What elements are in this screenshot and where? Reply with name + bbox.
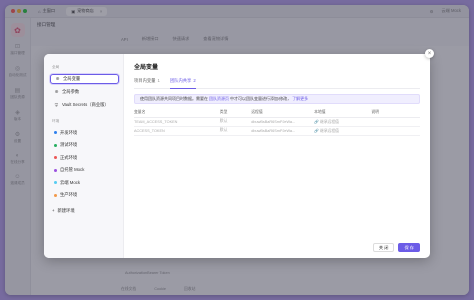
cell-desc	[371, 117, 420, 127]
environment-item[interactable]: 生产环境	[50, 191, 119, 200]
environment-item[interactable]: 自托管 Mock	[50, 166, 119, 175]
cell-remote: dbuwBsBaR6SmPJeWa...	[251, 126, 315, 136]
save-button[interactable]: 保 存	[398, 243, 420, 252]
close-button[interactable]: 关 闭	[372, 243, 395, 252]
environment-color-dot-icon	[54, 131, 57, 134]
team-resources-link[interactable]: 团队资源页	[209, 96, 229, 102]
environment-color-dot-icon	[54, 181, 57, 184]
plus-icon: +	[52, 207, 55, 213]
menu-item-global-variables[interactable]: ⊕ 全局变量	[50, 74, 119, 84]
shield-icon: ⛨	[54, 102, 59, 108]
cell-remote: dbuwBsBaR6SmPJeWa...	[251, 117, 315, 127]
learn-more-link[interactable]: 了解更多	[292, 96, 308, 102]
section-label-environments: 环境	[52, 119, 60, 123]
menu-item-global-params[interactable]: ⊕ 全局参数	[50, 87, 119, 97]
modal-title: 全局变量	[134, 65, 159, 71]
environment-color-dot-icon	[54, 143, 57, 147]
info-notice: 使用团队资源共同项目时数据。需要在 团队资源页 中才可以团队变量进行添加/修改，…	[134, 94, 420, 104]
modal-footer: 关 闭 保 存	[372, 243, 420, 252]
environment-item[interactable]: 云端 Mock	[50, 178, 119, 187]
environment-item[interactable]: 开发环境	[50, 128, 119, 137]
cell-desc	[371, 126, 420, 136]
environment-color-dot-icon	[54, 193, 57, 197]
menu-item-vault-secrets[interactable]: ⛨ Vault Secrets（商业版）	[50, 100, 119, 110]
tab-count: 1	[157, 78, 160, 83]
environment-settings-modal: 全局 ⊕ 全局变量 ⊕ 全局参数 ⛨ Vault Secrets（商业版） 环境…	[44, 54, 430, 258]
globe-icon: ⊕	[55, 76, 60, 81]
column-header-desc: 说明	[371, 108, 420, 118]
column-header-remote: 远程值	[251, 108, 315, 118]
cell-type: 默认	[219, 126, 252, 136]
variable-tabs: 项目内变量 1 团队内共享 2	[134, 78, 420, 89]
environment-item[interactable]: 正式环境	[50, 153, 119, 162]
environment-color-dot-icon	[54, 156, 57, 159]
table-body: TEAM_ACCESS_TOKEN 默认 dbuwBsBaR6SmPJeWa... 🔗…	[134, 117, 420, 136]
cell-local: 🔗 继承远程值	[314, 126, 372, 136]
column-header-name: 变量名	[134, 108, 220, 118]
tab-project-variables[interactable]: 项目内变量 1	[134, 78, 160, 88]
table-row[interactable]: ACCESS_TOKEN 默认 dbuwBsBaR6SmPJeWa... 🔗 继承远程…	[134, 126, 420, 136]
section-label-global: 全局	[52, 65, 60, 69]
environment-color-dot-icon	[54, 168, 57, 172]
globe-icon: ⊕	[54, 89, 59, 94]
cell-local: 🔗 继承远程值	[314, 117, 372, 127]
tab-team-shared[interactable]: 团队内共享 2	[169, 78, 196, 89]
table-header-row: 变量名 类型 远程值 本地值 说明	[134, 108, 420, 118]
cell-name: ACCESS_TOKEN	[134, 126, 220, 136]
cell-name: TEAM_ACCESS_TOKEN	[134, 117, 220, 127]
new-environment-button[interactable]: + 新建环境	[44, 208, 123, 214]
variables-table: 变量名 类型 远程值 本地值 说明 TEAM_ACCESS_TOKEN 默认 dbu…	[134, 108, 420, 136]
table-row[interactable]: TEAM_ACCESS_TOKEN 默认 dbuwBsBaR6SmPJeWa... 🔗…	[134, 117, 420, 127]
environment-item[interactable]: 测试环境	[50, 141, 119, 150]
column-header-local: 本地值	[314, 108, 372, 118]
column-header-type: 类型	[219, 108, 252, 118]
environment-list: 开发环境测试环境正式环境自托管 Mock 云端 Mock 生产环境	[44, 128, 123, 200]
modal-close-icon[interactable]: ×	[425, 49, 434, 58]
cell-type: 默认	[219, 117, 252, 127]
modal-main: 全局变量 项目内变量 1 团队内共享 2 使用团队资源共同项目时数据。需要在 团…	[124, 54, 430, 258]
tab-count: 2	[193, 78, 196, 83]
modal-sidebar: 全局 ⊕ 全局变量 ⊕ 全局参数 ⛨ Vault Secrets（商业版） 环境…	[44, 54, 124, 258]
